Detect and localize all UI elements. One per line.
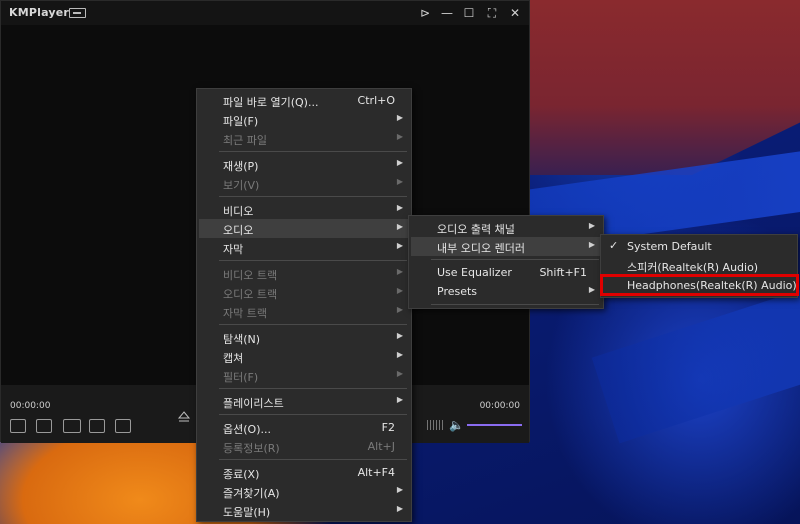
menu-item-recent-files: 최근 파일 ▶ [223, 132, 403, 147]
fullscreen-button[interactable]: ⛶ [484, 5, 500, 21]
vr-icon[interactable] [63, 419, 81, 433]
menu-separator [219, 260, 407, 261]
menu-separator [431, 304, 599, 305]
menu-item-video[interactable]: 비디오 ▶ [199, 200, 409, 219]
3d-icon[interactable] [89, 419, 105, 433]
menu-separator [219, 414, 407, 415]
menu-item-properties: 등록정보(R) Alt+J [223, 440, 395, 455]
eject-icon[interactable] [177, 410, 191, 424]
menu-item-navigate[interactable]: 탐색(N) ▶ [199, 328, 409, 347]
menu-item-playlist[interactable]: 플레이리스트 ▶ [199, 392, 409, 411]
menu-item-help[interactable]: 도움말(H) ▶ [199, 501, 409, 520]
total-time: 00:00:00 [479, 401, 520, 411]
menu-item-video-track: 비디오 트랙 ▶ [223, 267, 403, 282]
playlist-icon[interactable] [10, 419, 26, 433]
context-menu: 파일 바로 열기(Q)... Ctrl+O 파일(F) ▶ 최근 파일 ▶ 재생(P… [196, 88, 412, 522]
menu-separator [219, 196, 407, 197]
volume-slider[interactable] [467, 424, 522, 426]
wallpaper-stripe [591, 286, 800, 444]
menu-item-audio[interactable]: 오디오 ▶ [199, 219, 409, 238]
menu-separator [219, 324, 407, 325]
maximize-button[interactable]: ☐ [461, 5, 477, 21]
menu-item-subtitle-track: 자막 트랙 ▶ [223, 305, 403, 320]
minimize-button[interactable]: — [439, 5, 455, 21]
close-button[interactable]: ✕ [507, 5, 523, 21]
menu-item-audio-output-channel[interactable]: 오디오 출력 채널 ▶ [411, 218, 601, 237]
capture-icon[interactable] [115, 419, 131, 433]
check-icon: ✓ [609, 239, 619, 252]
menu-item-exit[interactable]: 종료(X) Alt+F4 [199, 463, 409, 482]
highlight-outline [600, 274, 799, 296]
menu-item-playback[interactable]: 재생(P) ▶ [199, 155, 409, 174]
download-icon[interactable] [36, 419, 52, 433]
menu-separator [219, 459, 407, 460]
menu-item-view: 보기(V) ▶ [223, 177, 403, 192]
elapsed-time: 00:00:00 [10, 401, 51, 411]
menu-separator [431, 259, 599, 260]
title-bar: KMPlayer ⊳ — ☐ ⛶ ✕ [1, 1, 529, 25]
menu-separator [219, 388, 407, 389]
menu-item-filter: 필터(F) ▶ [223, 369, 403, 384]
menu-item-internal-audio-renderer[interactable]: 내부 오디오 렌더러 ▶ [411, 237, 601, 256]
menu-item-favorites[interactable]: 즐겨찾기(A) ▶ [199, 482, 409, 501]
menu-item-audio-track: 오디오 트랙 ▶ [223, 286, 403, 301]
audio-submenu: 오디오 출력 채널 ▶ 내부 오디오 렌더러 ▶ Use Equalizer Shi… [408, 215, 604, 309]
menu-item-file[interactable]: 파일(F) ▶ [199, 110, 409, 129]
volume-icon[interactable]: 🔈 [449, 418, 464, 432]
wallpaper-red-shape [530, 0, 800, 175]
pin-icon[interactable]: ⊳ [417, 5, 433, 21]
menu-item-open-file[interactable]: 파일 바로 열기(Q)... Ctrl+O [199, 91, 409, 110]
menu-item-system-default[interactable]: ✓ System Default [603, 237, 795, 256]
equalizer-icon[interactable] [427, 420, 443, 430]
menu-item-use-equalizer[interactable]: Use Equalizer Shift+F1 [411, 263, 601, 282]
menu-separator [219, 151, 407, 152]
menu-item-capture[interactable]: 캡쳐 ▶ [199, 347, 409, 366]
menu-item-options[interactable]: 옵션(O)... F2 [199, 418, 409, 437]
mini-mode-icon[interactable] [69, 8, 86, 18]
app-title: KMPlayer [9, 6, 70, 19]
menu-item-speaker-realtek[interactable]: 스피커(Realtek(R) Audio) [603, 256, 795, 275]
menu-item-presets[interactable]: Presets ▶ [411, 282, 601, 301]
menu-item-subtitles[interactable]: 자막 ▶ [199, 238, 409, 257]
